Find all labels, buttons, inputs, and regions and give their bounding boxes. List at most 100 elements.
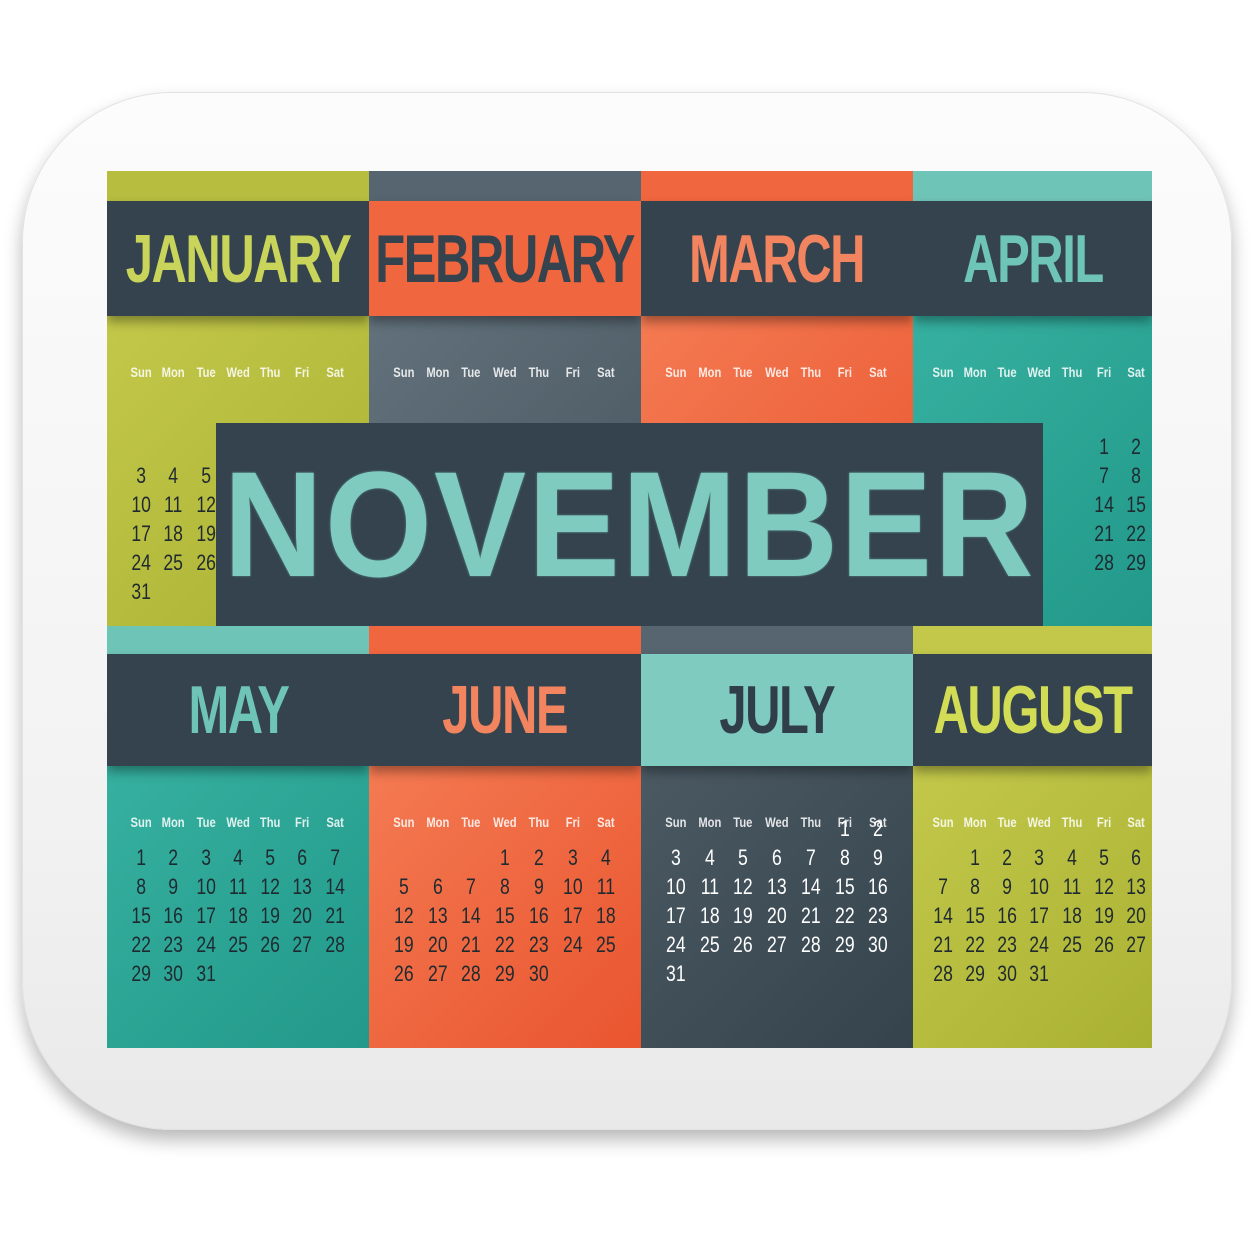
weekday-row: Sun Mon Tue Wed Thu Fri Sat bbox=[130, 364, 344, 380]
month-header: AUGUST bbox=[913, 654, 1152, 766]
date-cell: 18 bbox=[1061, 903, 1082, 928]
date-cell: 22 bbox=[965, 932, 986, 957]
date-cell: 3 bbox=[670, 845, 681, 870]
date-cell: 5 bbox=[738, 845, 749, 870]
date-cell: 14 bbox=[1093, 492, 1114, 517]
date-cell: 16 bbox=[997, 903, 1018, 928]
date-cell: 13 bbox=[767, 874, 787, 899]
date-cell bbox=[559, 816, 586, 841]
date-cell bbox=[1059, 492, 1085, 517]
month-name: AUGUST bbox=[933, 672, 1133, 748]
date-cell: 21 bbox=[461, 932, 482, 957]
date-cell bbox=[525, 816, 552, 841]
date-cell bbox=[930, 816, 956, 841]
date-cell: 27 bbox=[1126, 932, 1146, 957]
date-cell: 18 bbox=[699, 903, 720, 928]
date-cell: 10 bbox=[1029, 874, 1050, 899]
date-cell: 9 bbox=[873, 845, 884, 870]
date-cell bbox=[424, 845, 451, 870]
date-cell bbox=[962, 816, 988, 841]
banner-title: NOVEMBER bbox=[223, 440, 1036, 608]
date-cell: 6 bbox=[1131, 845, 1141, 870]
date-cell: 16 bbox=[868, 874, 888, 899]
date-cell bbox=[290, 816, 316, 841]
date-cell bbox=[1123, 816, 1149, 841]
date-cell: 6 bbox=[772, 845, 782, 870]
month-header: MAY bbox=[107, 654, 369, 766]
date-cell: 25 bbox=[228, 932, 248, 957]
date-cell bbox=[1091, 816, 1117, 841]
date-cell: 28 bbox=[933, 961, 953, 986]
date-cell: 2 bbox=[873, 816, 884, 841]
date-cell: 10 bbox=[562, 874, 583, 899]
date-cell: 28 bbox=[800, 932, 821, 957]
date-cell: 13 bbox=[292, 874, 313, 899]
date-cell: 25 bbox=[699, 932, 720, 957]
date-cell: 1 bbox=[1098, 434, 1109, 459]
date-cell: 13 bbox=[427, 903, 448, 928]
date-cell: 3 bbox=[1034, 845, 1045, 870]
date-cell bbox=[161, 816, 187, 841]
date-cell: 1 bbox=[500, 845, 510, 870]
date-cell: 30 bbox=[163, 961, 184, 986]
date-cell: 24 bbox=[195, 932, 216, 957]
month-header: MARCH bbox=[641, 201, 913, 316]
weekday-row: Sun Mon Tue Wed Thu Fri Sat bbox=[932, 364, 1145, 380]
date-cell bbox=[593, 816, 620, 841]
date-cell bbox=[458, 845, 485, 870]
date-cell: 24 bbox=[562, 932, 583, 957]
date-cell: 7 bbox=[938, 874, 948, 899]
date-cell: 11 bbox=[228, 874, 248, 899]
date-cell: 29 bbox=[131, 961, 151, 986]
month-header: JULY bbox=[641, 654, 913, 766]
date-cell: 29 bbox=[965, 961, 986, 986]
date-cell bbox=[492, 816, 519, 841]
date-cell: 4 bbox=[601, 845, 612, 870]
date-cell: 2 bbox=[533, 845, 544, 870]
date-cell: 4 bbox=[168, 463, 179, 488]
date-cell bbox=[225, 816, 251, 841]
date-cell: 17 bbox=[666, 903, 686, 928]
date-cell: 17 bbox=[562, 903, 583, 928]
date-cell bbox=[161, 434, 187, 459]
month-header: FEBRUARY bbox=[369, 201, 641, 316]
date-cell bbox=[930, 845, 956, 870]
date-cell: 9 bbox=[1002, 874, 1013, 899]
date-grid: 1 2 3 4 5 6 7 8 9 10 11 12 13 14 15 16 17 18 19 20 21 22 23 24 2… bbox=[125, 816, 351, 986]
month-tile-may: MAY Sun Mon Tue Wed Thu Fri Sat 1 2 3 4 5 6 7 8 9 10 11 1… bbox=[107, 626, 369, 1048]
date-cell: 4 bbox=[233, 845, 243, 870]
date-cell: 19 bbox=[260, 903, 281, 928]
date-cell: 22 bbox=[1126, 521, 1146, 546]
date-cell: 19 bbox=[733, 903, 754, 928]
date-cell: 25 bbox=[1061, 932, 1082, 957]
date-cell: 15 bbox=[495, 903, 515, 928]
date-cell: 1 bbox=[970, 845, 981, 870]
month-tile-august: AUGUST Sun Mon Tue Wed Thu Fri Sat 1 2 3 4 5 6 7 8 9 10… bbox=[913, 626, 1152, 1048]
date-cell: 27 bbox=[767, 932, 787, 957]
date-cell: 5 bbox=[265, 845, 276, 870]
date-cell bbox=[1059, 434, 1085, 459]
date-cell: 8 bbox=[839, 845, 850, 870]
date-cell: 24 bbox=[131, 550, 151, 575]
date-cell: 30 bbox=[528, 961, 549, 986]
date-cell: 28 bbox=[1093, 550, 1114, 575]
date-cell: 3 bbox=[567, 845, 578, 870]
date-cell: 23 bbox=[163, 932, 184, 957]
date-cell: 26 bbox=[394, 961, 414, 986]
date-cell: 26 bbox=[733, 932, 754, 957]
date-cell: 9 bbox=[533, 874, 544, 899]
date-cell: 28 bbox=[325, 932, 345, 957]
date-cell bbox=[1059, 463, 1085, 488]
date-cell: 11 bbox=[164, 492, 183, 517]
date-cell: 8 bbox=[136, 874, 147, 899]
date-grid: 1 2 3 4 5 6 7 8 9 10 11 12 13 14 15 16 17 18 19 20 21 22 23 24 2… bbox=[387, 816, 623, 986]
date-cell: 20 bbox=[767, 903, 787, 928]
date-cell: 9 bbox=[168, 874, 179, 899]
date-cell bbox=[1059, 521, 1085, 546]
date-cell bbox=[322, 816, 348, 841]
date-cell: 27 bbox=[292, 932, 313, 957]
date-cell: 29 bbox=[495, 961, 515, 986]
date-cell bbox=[128, 434, 154, 459]
date-cell: 16 bbox=[528, 903, 549, 928]
date-cell: 21 bbox=[325, 903, 345, 928]
